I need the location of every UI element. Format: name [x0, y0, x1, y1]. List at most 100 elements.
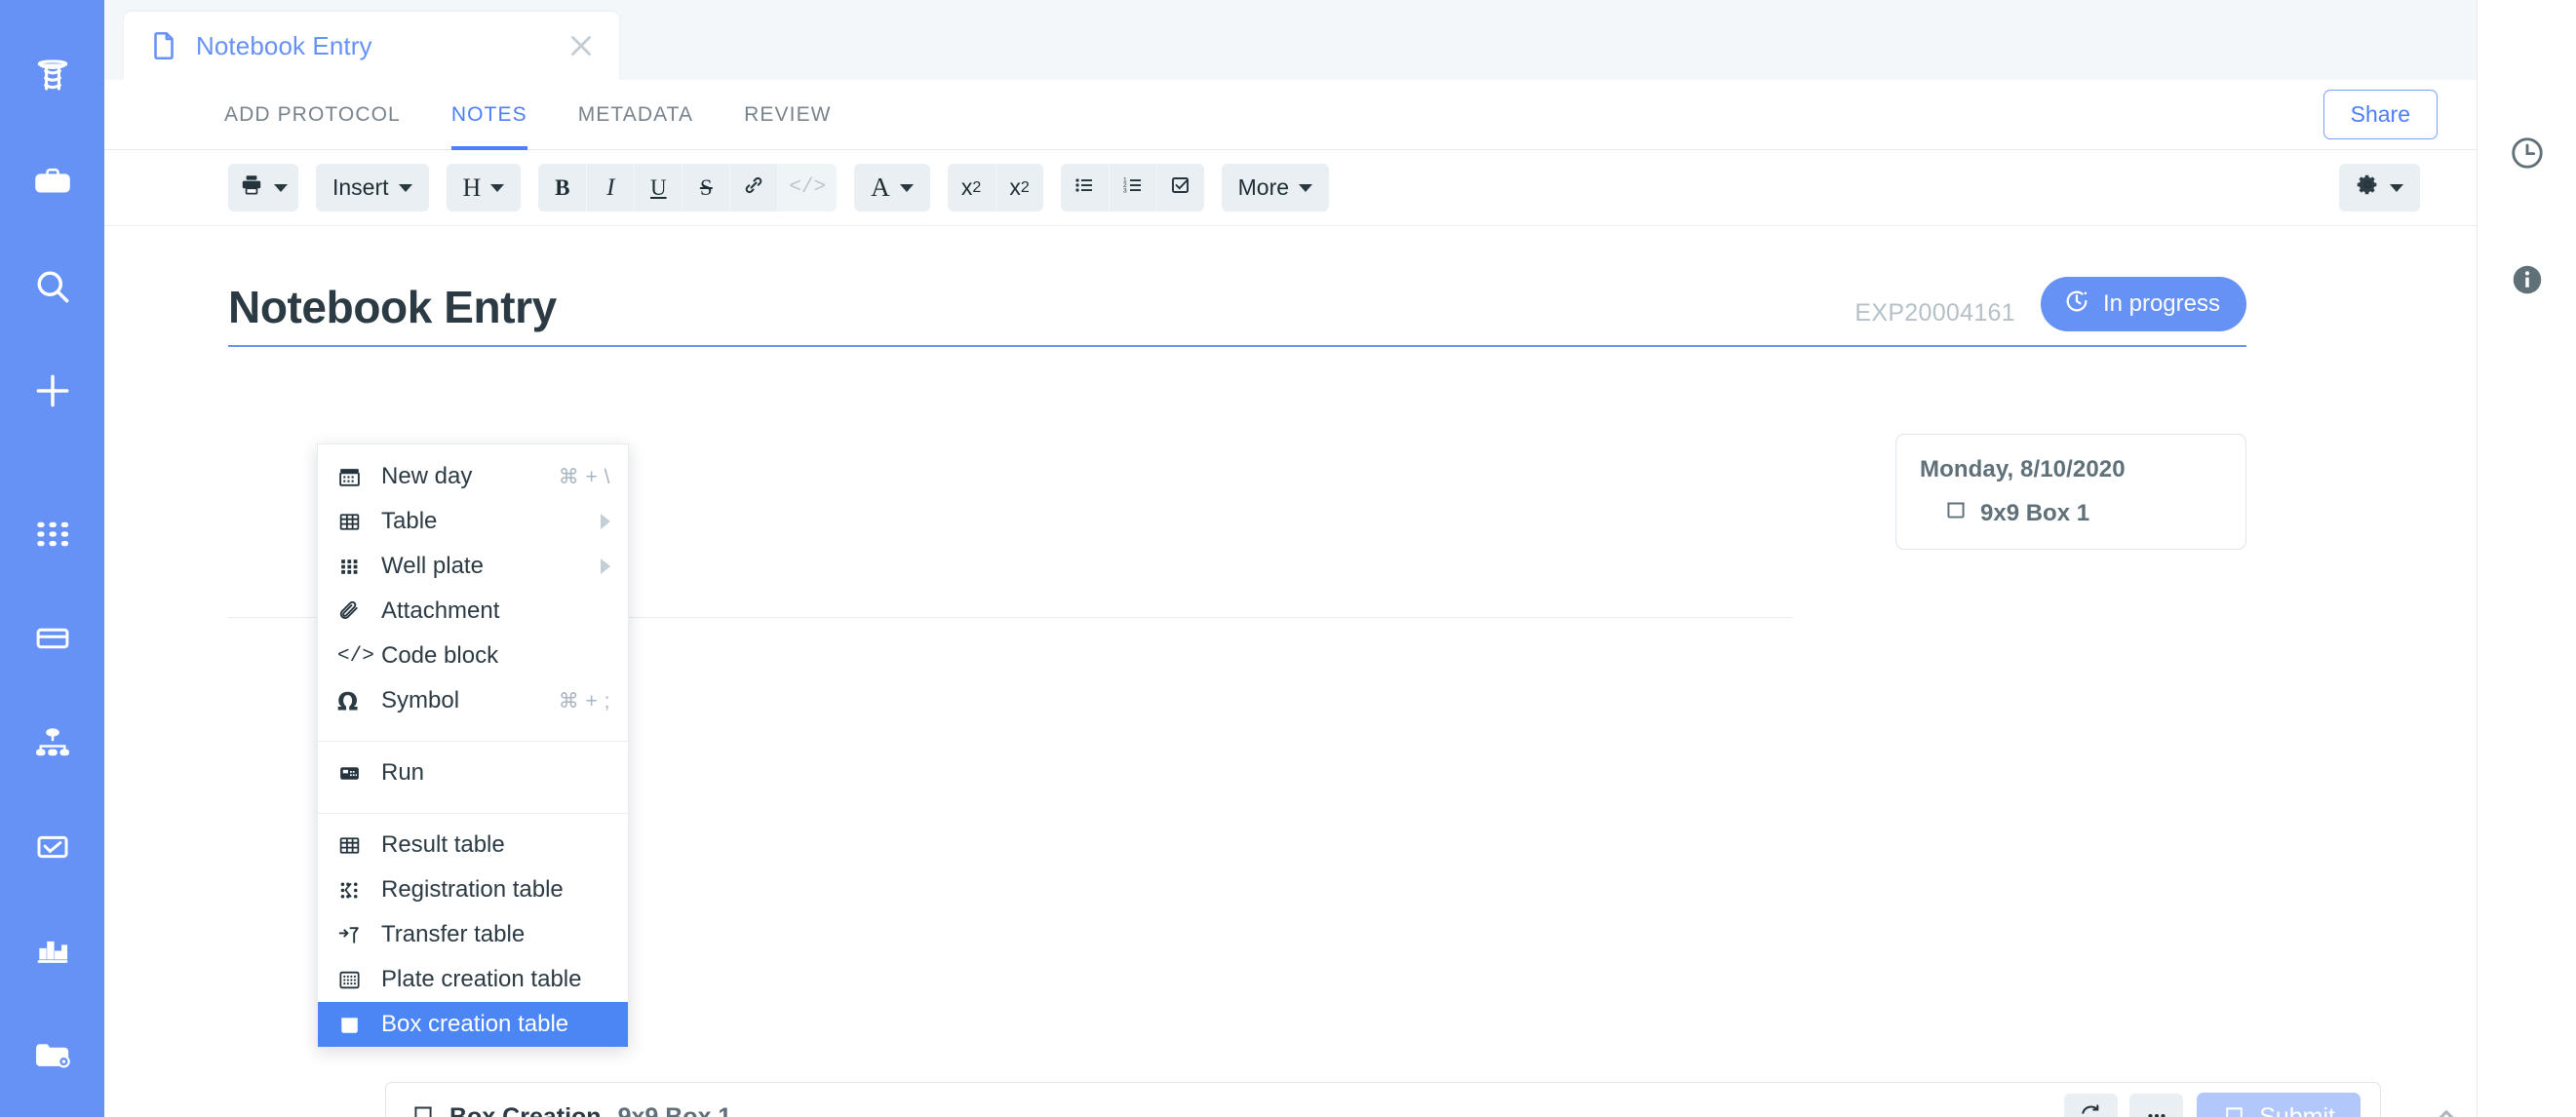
history-clock-icon [2509, 135, 2546, 176]
strikethrough-button[interactable]: S [682, 164, 730, 212]
format-group: B I U S </> [538, 164, 838, 212]
tab-notes[interactable]: NOTES [450, 80, 527, 150]
box-creation-widget: Box Creation 9x9 Box 1 Submit [385, 1082, 2454, 1117]
tab-metadata[interactable]: METADATA [578, 80, 693, 150]
box-creation-icon [337, 1013, 371, 1037]
menu-item-well-plate[interactable]: Well plate [318, 544, 628, 589]
chevron-down-icon [490, 183, 505, 192]
box-creation-title: Box Creation [449, 1103, 602, 1117]
share-button[interactable]: Share [2322, 90, 2438, 139]
sidebar-item-reports[interactable] [0, 899, 104, 1003]
experiment-id: EXP20004161 [1854, 299, 2015, 327]
script-group: x2 x2 [947, 164, 1043, 212]
timer-icon [2063, 288, 2103, 322]
sidebar-item-search[interactable] [0, 234, 104, 338]
bold-button[interactable]: B [538, 164, 587, 212]
font-color-label: A [871, 173, 890, 202]
menu-item-label: Transfer table [381, 921, 526, 947]
more-options-button[interactable] [2129, 1093, 2184, 1117]
menu-item-label: Symbol [381, 687, 460, 713]
status-label: In progress [2102, 290, 2220, 317]
history-button[interactable] [2478, 135, 2576, 261]
submenu-arrow-icon [601, 558, 610, 574]
insert-button[interactable]: Insert [316, 164, 429, 212]
day-card-box: 9x9 Box 1 [1920, 497, 2222, 529]
menu-item-transfer-table[interactable]: Transfer table [318, 912, 628, 957]
bullet-list-icon [1073, 173, 1096, 203]
info-button[interactable] [2478, 261, 2576, 388]
collapse-button[interactable] [2419, 1094, 2474, 1117]
status-badge[interactable]: In progress [2040, 277, 2246, 331]
more-button[interactable]: More [1221, 164, 1330, 212]
menu-item-run[interactable]: Run [318, 751, 628, 795]
tab-add-protocol[interactable]: ADD PROTOCOL [224, 80, 401, 150]
sidebar-item-add[interactable] [0, 338, 104, 443]
menu-item-result-table[interactable]: Result table [318, 823, 628, 867]
printer-icon [239, 173, 264, 204]
insert-dropdown-menu[interactable]: New day ⌘ + \ Table Well plate Attachmen… [317, 443, 629, 1048]
font-color-button[interactable]: A [854, 164, 930, 212]
subscript-button[interactable]: x2 [947, 164, 995, 212]
underline-button[interactable]: U [634, 164, 683, 212]
document-tab[interactable]: Notebook Entry [124, 12, 619, 80]
sidebar-item-folders[interactable] [0, 1003, 104, 1107]
superscript-label: x [1009, 174, 1021, 200]
checkbox-envelope-icon [32, 827, 73, 867]
numbered-list-button[interactable]: 1 2 3 [1108, 164, 1156, 212]
box-icon [1943, 497, 1980, 529]
link-button[interactable] [729, 164, 778, 212]
tab-review[interactable]: REVIEW [744, 80, 831, 150]
menu-item-symbol[interactable]: Ω Symbol ⌘ + ; [318, 678, 628, 723]
briefcase-icon [31, 161, 74, 204]
application-root: Notebook Entry ADD PROTOCOL NOTES METADA… [0, 0, 2576, 1117]
menu-item-new-day[interactable]: New day ⌘ + \ [318, 454, 628, 499]
code-block-icon: </> [337, 644, 374, 668]
insert-group: Insert [316, 164, 429, 212]
close-icon[interactable] [565, 29, 598, 62]
sidebar-item-boxes[interactable] [0, 586, 104, 690]
hierarchy-icon [32, 722, 73, 763]
main-area: Notebook Entry ADD PROTOCOL NOTES METADA… [104, 0, 2477, 1117]
sidebar-item-protocols[interactable] [0, 130, 104, 234]
superscript-button[interactable]: x2 [995, 164, 1043, 212]
box-icon [2222, 1102, 2259, 1117]
sidebar-item-inventory[interactable] [0, 25, 104, 130]
sidebar-item-tasks[interactable] [0, 794, 104, 899]
italic-button[interactable]: I [586, 164, 635, 212]
menu-item-label: Table [381, 508, 438, 534]
plate-creation-icon [337, 968, 371, 992]
menu-item-table[interactable]: Table [318, 499, 628, 544]
menu-item-registration-table[interactable]: Registration table [318, 867, 628, 912]
print-button[interactable] [228, 164, 298, 212]
registration-table-icon [337, 878, 371, 903]
dna-icon [31, 57, 74, 99]
day-card[interactable]: Monday, 8/10/2020 9x9 Box 1 [1895, 434, 2246, 550]
checklist-button[interactable] [1155, 164, 1204, 212]
menu-item-box-creation-table[interactable]: Box creation table [318, 1002, 628, 1047]
result-table-icon [337, 833, 371, 858]
menu-item-plate-creation-table[interactable]: Plate creation table [318, 957, 628, 1002]
print-group [228, 164, 298, 212]
chevron-down-icon [899, 183, 914, 192]
submenu-arrow-icon [601, 514, 610, 529]
font-color-group: A [854, 164, 930, 212]
search-icon [31, 265, 74, 308]
underline-label: U [650, 174, 667, 200]
bullet-list-button[interactable] [1060, 164, 1109, 212]
menu-item-code-block[interactable]: </> Code block [318, 634, 628, 678]
bold-label: B [555, 174, 570, 200]
subscript-label: x [960, 174, 973, 200]
sidebar-item-hierarchy[interactable] [0, 690, 104, 794]
chevron-down-icon [1299, 183, 1313, 192]
inline-code-button[interactable]: </> [777, 164, 838, 212]
menu-item-attachment[interactable]: Attachment [318, 589, 628, 634]
menu-item-label: Well plate [381, 553, 484, 579]
refresh-button[interactable] [2064, 1093, 2119, 1117]
sidebar-item-apps[interactable] [0, 481, 104, 586]
settings-button[interactable] [2339, 164, 2420, 212]
heading-button[interactable]: H [446, 164, 522, 212]
menu-item-label: Registration table [381, 876, 564, 903]
menu-item-label: Box creation table [381, 1011, 569, 1037]
insert-label: Insert [332, 174, 389, 200]
submit-button[interactable]: Submit [2197, 1092, 2361, 1117]
